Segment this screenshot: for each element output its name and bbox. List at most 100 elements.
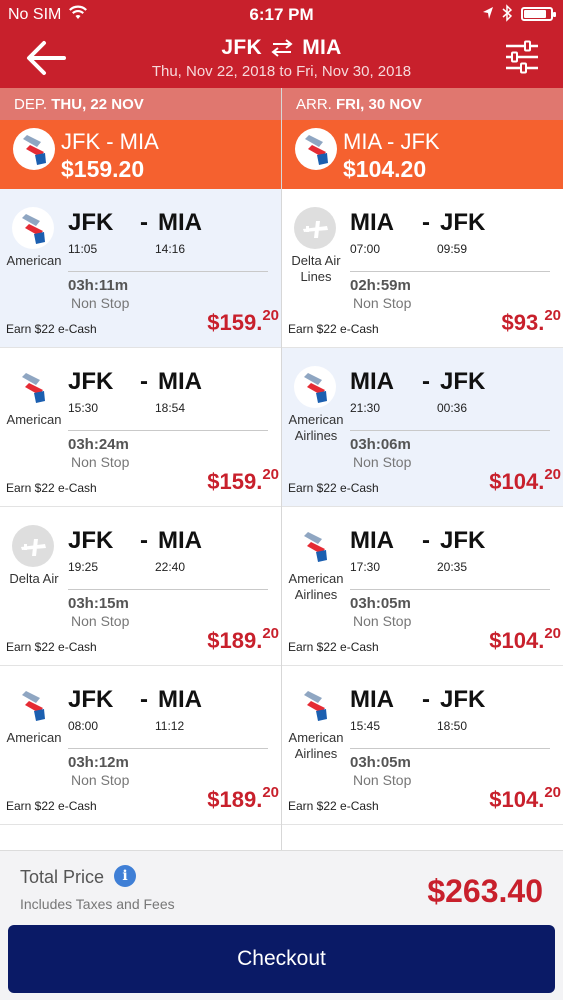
flight-duration: 03h:06m bbox=[350, 436, 411, 453]
route-dash: - bbox=[422, 209, 430, 236]
ecash-label: Earn $22 e-Cash bbox=[6, 481, 97, 495]
fare-price: $104.20 bbox=[489, 784, 561, 813]
route-dash: - bbox=[422, 527, 430, 554]
american-airlines-logo bbox=[294, 366, 336, 408]
ecash-label: Earn $22 e-Cash bbox=[288, 322, 379, 336]
flight-card[interactable]: American Airlines MIA - JFK 17:30 20:35 03h:05… bbox=[282, 507, 563, 666]
stops-label: Non Stop bbox=[353, 613, 412, 629]
destination-code: MIA bbox=[158, 209, 202, 236]
swap-arrows-icon bbox=[271, 39, 293, 58]
departure-time: 15:45 bbox=[350, 719, 381, 733]
ecash-label: Earn $22 e-Cash bbox=[6, 640, 97, 654]
flight-duration: 03h:05m bbox=[350, 754, 411, 771]
route-dash: - bbox=[422, 368, 430, 395]
origin-code: MIA bbox=[350, 209, 394, 236]
arrival-time: 18:54 bbox=[155, 401, 186, 415]
airline-name: American bbox=[6, 730, 62, 745]
route-dash: - bbox=[140, 368, 148, 395]
arrival-time: 09:59 bbox=[437, 242, 468, 256]
fare-price-cents: 20 bbox=[544, 466, 561, 483]
destination-code: MIA bbox=[158, 527, 202, 554]
route-dash: - bbox=[140, 527, 148, 554]
route-title: JFK MIA bbox=[0, 36, 563, 60]
flight-card[interactable]: Delta Air Lines MIA - JFK 07:00 09:59 02h:59m N… bbox=[282, 189, 563, 348]
fare-price-cents: 20 bbox=[262, 784, 279, 801]
delta-airlines-logo bbox=[294, 207, 336, 249]
flight-card[interactable]: American JFK - MIA 15:30 18:54 03h:24m Non Stop… bbox=[0, 348, 281, 507]
airline-name: American bbox=[6, 253, 62, 268]
timeline-divider bbox=[350, 430, 550, 431]
departure-leg-route: JFK - MIA bbox=[61, 129, 159, 154]
taxes-note: Includes Taxes and Fees bbox=[20, 896, 175, 912]
stops-label: Non Stop bbox=[353, 772, 412, 788]
arrival-leg-price: $104.20 bbox=[343, 156, 427, 182]
origin-code: MIA bbox=[350, 686, 394, 713]
clock: 6:17 PM bbox=[249, 5, 314, 24]
stops-label: Non Stop bbox=[353, 454, 412, 470]
status-bar: No SIM 6:17 PM bbox=[0, 0, 563, 30]
arrival-leg-date: FRI, 30 NOV bbox=[336, 96, 422, 113]
total-price-value: $263.40 bbox=[427, 873, 543, 909]
stops-label: Non Stop bbox=[353, 295, 412, 311]
fare-price-main: $159. bbox=[207, 469, 263, 494]
origin-code: JFK bbox=[68, 527, 114, 554]
departure-time: 15:30 bbox=[68, 401, 99, 415]
info-icon[interactable]: i bbox=[114, 865, 136, 887]
airline-name: American bbox=[6, 412, 62, 427]
flight-card[interactable]: American Airlines MIA - JFK 21:30 00:36 03h:06… bbox=[282, 348, 563, 507]
fare-price: $93.20 bbox=[501, 307, 561, 336]
origin-code: JFK bbox=[68, 368, 114, 395]
departure-leg-label: DEP. bbox=[14, 96, 48, 113]
total-price-label: Total Price bbox=[20, 867, 105, 887]
fare-price: $189.20 bbox=[207, 625, 279, 654]
column-divider bbox=[281, 88, 282, 850]
arrival-leg-label: ARR. bbox=[296, 96, 332, 113]
american-airlines-logo bbox=[12, 366, 54, 408]
flight-duration: 03h:11m bbox=[68, 277, 129, 294]
destination-code: JFK bbox=[440, 686, 486, 713]
route-dash: - bbox=[140, 686, 148, 713]
arrival-time: 18:50 bbox=[437, 719, 468, 733]
origin-code: MIA bbox=[350, 527, 394, 554]
arrival-leg-selection[interactable]: MIA - JFK $104.20 bbox=[282, 120, 563, 189]
destination-code: MIA bbox=[158, 368, 202, 395]
app-header: No SIM 6:17 PM JFK MIA Thu, Nov 22, 2018… bbox=[0, 0, 563, 88]
airline-name: Delta Air bbox=[9, 571, 59, 586]
stops-label: Non Stop bbox=[71, 454, 130, 470]
timeline-divider bbox=[68, 589, 268, 590]
american-airlines-logo bbox=[294, 525, 336, 567]
american-airlines-logo bbox=[295, 128, 337, 170]
filter-sliders-button[interactable] bbox=[504, 40, 540, 74]
fare-price-cents: 20 bbox=[262, 307, 279, 324]
american-airlines-logo bbox=[294, 684, 336, 726]
flight-card[interactable]: American JFK - MIA 11:05 14:16 03h:11m Non Stop… bbox=[0, 189, 281, 348]
airline-name: American Airlines bbox=[288, 730, 344, 761]
fare-price-main: $104. bbox=[489, 628, 545, 653]
fare-price: $104.20 bbox=[489, 466, 561, 495]
airline-name: American Airlines bbox=[288, 412, 344, 443]
checkout-button[interactable]: Checkout bbox=[8, 925, 555, 993]
origin-code: JFK bbox=[221, 36, 262, 59]
origin-code: JFK bbox=[68, 209, 114, 236]
flight-duration: 03h:05m bbox=[350, 595, 411, 612]
fare-price-main: $104. bbox=[489, 469, 545, 494]
flight-card[interactable]: American Airlines MIA - JFK 15:45 18:50 03h:05… bbox=[282, 666, 563, 825]
destination-code: JFK bbox=[440, 527, 486, 554]
timeline-divider bbox=[68, 748, 268, 749]
flight-card-partial[interactable] bbox=[282, 825, 563, 850]
american-airlines-logo bbox=[12, 207, 54, 249]
flight-card-partial[interactable] bbox=[0, 825, 281, 850]
ecash-label: Earn $22 e-Cash bbox=[6, 322, 97, 336]
delta-airlines-logo bbox=[12, 525, 54, 567]
flight-card[interactable]: Delta Air JFK - MIA 19:25 22:40 03h:15m Non Sto… bbox=[0, 507, 281, 666]
origin-code: MIA bbox=[350, 368, 394, 395]
departure-leg-selection[interactable]: JFK - MIA $159.20 bbox=[0, 120, 281, 189]
american-airlines-logo bbox=[294, 843, 336, 850]
departure-leg-header: DEP. THU, 22 NOV bbox=[0, 88, 281, 120]
stops-label: Non Stop bbox=[71, 772, 130, 788]
flight-duration: 02h:59m bbox=[350, 277, 411, 294]
stops-label: Non Stop bbox=[71, 613, 130, 629]
flight-card[interactable]: American JFK - MIA 08:00 11:12 03h:12m Non Stop… bbox=[0, 666, 281, 825]
fare-price-main: $189. bbox=[207, 787, 263, 812]
destination-code: MIA bbox=[158, 686, 202, 713]
